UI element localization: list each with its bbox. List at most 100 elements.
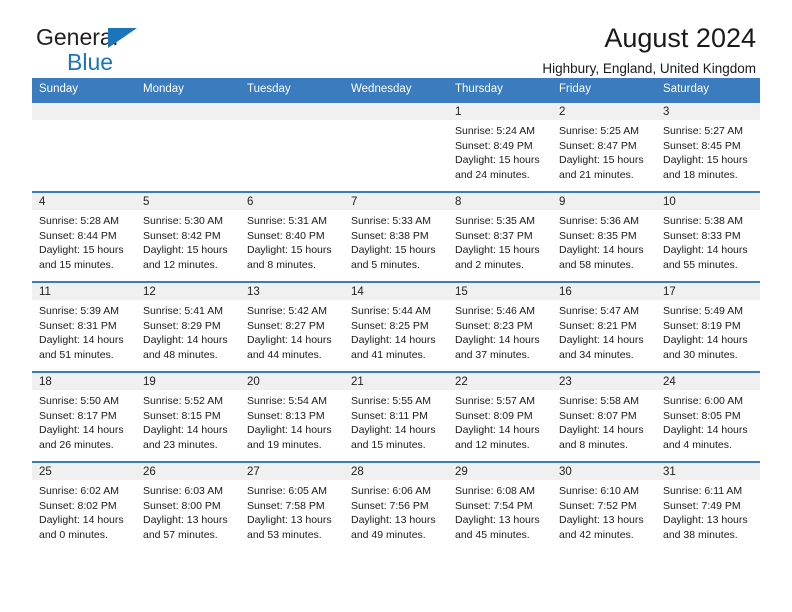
calendar-day-cell[interactable]: 30 Sunrise: 6:10 AM Sunset: 7:52 PM Dayl… [552,461,656,552]
day-number: 15 [448,283,552,300]
daylight-text-line1: Daylight: 15 hours [455,154,540,167]
calendar-day-cell[interactable]: 1 Sunrise: 5:24 AM Sunset: 8:49 PM Dayli… [448,101,552,192]
sunrise-text: Sunrise: 5:41 AM [143,305,223,317]
sunset-text: Sunset: 8:31 PM [39,319,117,332]
sunset-text: Sunset: 7:58 PM [247,499,325,512]
calendar-day-cell[interactable]: 17 Sunrise: 5:49 AM Sunset: 8:19 PM Dayl… [656,281,760,372]
daylight-text-line1: Daylight: 14 hours [351,334,436,347]
sunrise-text: Sunrise: 5:33 AM [351,215,431,227]
daylight-text-line1: Daylight: 14 hours [143,334,228,347]
day-number: 25 [32,463,136,480]
calendar-day-cell[interactable]: 19 Sunrise: 5:52 AM Sunset: 8:15 PM Dayl… [136,371,240,462]
daylight-text-line2: and 5 minutes. [351,258,420,271]
calendar-day-cell[interactable]: 8 Sunrise: 5:35 AM Sunset: 8:37 PM Dayli… [448,191,552,282]
day-details: Sunrise: 5:50 AM Sunset: 8:17 PM Dayligh… [32,390,136,452]
day-details: Sunrise: 6:11 AM Sunset: 7:49 PM Dayligh… [656,480,760,542]
calendar-day-cell[interactable]: 3 Sunrise: 5:27 AM Sunset: 8:45 PM Dayli… [656,101,760,192]
calendar-day-cell[interactable]: 4 Sunrise: 5:28 AM Sunset: 8:44 PM Dayli… [32,191,136,282]
day-details: Sunrise: 5:25 AM Sunset: 8:47 PM Dayligh… [552,120,656,182]
calendar-day-cell[interactable] [32,101,136,192]
day-details: Sunrise: 5:28 AM Sunset: 8:44 PM Dayligh… [32,210,136,272]
calendar-day-cell[interactable]: 20 Sunrise: 5:54 AM Sunset: 8:13 PM Dayl… [240,371,344,462]
day-number: 14 [344,283,448,300]
daylight-text-line1: Daylight: 15 hours [455,244,540,257]
calendar-day-cell[interactable]: 24 Sunrise: 6:00 AM Sunset: 8:05 PM Dayl… [656,371,760,462]
daylight-text-line2: and 41 minutes. [351,348,426,361]
calendar-day-cell[interactable]: 13 Sunrise: 5:42 AM Sunset: 8:27 PM Dayl… [240,281,344,372]
daylight-text-line1: Daylight: 14 hours [663,334,748,347]
calendar-day-cell[interactable]: 31 Sunrise: 6:11 AM Sunset: 7:49 PM Dayl… [656,461,760,552]
sunrise-text: Sunrise: 5:49 AM [663,305,743,317]
calendar-day-cell[interactable]: 28 Sunrise: 6:06 AM Sunset: 7:56 PM Dayl… [344,461,448,552]
daylight-text-line2: and 44 minutes. [247,348,322,361]
daylight-text-line2: and 42 minutes. [559,528,634,541]
sunrise-text: Sunrise: 5:50 AM [39,395,119,407]
sunset-text: Sunset: 8:15 PM [143,409,221,422]
calendar-day-cell[interactable] [344,101,448,192]
day-details: Sunrise: 5:33 AM Sunset: 8:38 PM Dayligh… [344,210,448,272]
daylight-text-line1: Daylight: 15 hours [559,154,644,167]
daylight-text-line1: Daylight: 15 hours [39,244,124,257]
sunrise-text: Sunrise: 6:08 AM [455,485,535,497]
calendar-day-cell[interactable]: 27 Sunrise: 6:05 AM Sunset: 7:58 PM Dayl… [240,461,344,552]
sunrise-text: Sunrise: 5:25 AM [559,125,639,137]
daylight-text-line1: Daylight: 13 hours [351,514,436,527]
daylight-text-line2: and 4 minutes. [663,438,732,451]
day-number: 9 [552,193,656,210]
calendar-weekday-header: Sunday Monday Tuesday Wednesday Thursday… [32,78,760,102]
calendar-day-cell[interactable]: 11 Sunrise: 5:39 AM Sunset: 8:31 PM Dayl… [32,281,136,372]
calendar-day-cell[interactable]: 10 Sunrise: 5:38 AM Sunset: 8:33 PM Dayl… [656,191,760,282]
day-number: 29 [448,463,552,480]
sunrise-text: Sunrise: 5:38 AM [663,215,743,227]
calendar-day-cell[interactable]: 29 Sunrise: 6:08 AM Sunset: 7:54 PM Dayl… [448,461,552,552]
daylight-text-line1: Daylight: 14 hours [247,334,332,347]
calendar-day-cell[interactable]: 5 Sunrise: 5:30 AM Sunset: 8:42 PM Dayli… [136,191,240,282]
calendar-day-cell[interactable]: 16 Sunrise: 5:47 AM Sunset: 8:21 PM Dayl… [552,281,656,372]
calendar-day-cell[interactable]: 7 Sunrise: 5:33 AM Sunset: 8:38 PM Dayli… [344,191,448,282]
calendar-day-cell[interactable]: 21 Sunrise: 5:55 AM Sunset: 8:11 PM Dayl… [344,371,448,462]
day-details: Sunrise: 6:10 AM Sunset: 7:52 PM Dayligh… [552,480,656,542]
daylight-text-line2: and 0 minutes. [39,528,108,541]
sunset-text: Sunset: 8:38 PM [351,229,429,242]
daylight-text-line2: and 57 minutes. [143,528,218,541]
sunrise-text: Sunrise: 6:00 AM [663,395,743,407]
calendar-day-cell[interactable]: 12 Sunrise: 5:41 AM Sunset: 8:29 PM Dayl… [136,281,240,372]
calendar-day-cell[interactable] [240,101,344,192]
day-details: Sunrise: 5:38 AM Sunset: 8:33 PM Dayligh… [656,210,760,272]
sunrise-text: Sunrise: 6:06 AM [351,485,431,497]
calendar-day-cell[interactable]: 18 Sunrise: 5:50 AM Sunset: 8:17 PM Dayl… [32,371,136,462]
day-details: Sunrise: 5:24 AM Sunset: 8:49 PM Dayligh… [448,120,552,182]
calendar-day-cell[interactable]: 2 Sunrise: 5:25 AM Sunset: 8:47 PM Dayli… [552,101,656,192]
sunrise-text: Sunrise: 5:36 AM [559,215,639,227]
day-details: Sunrise: 6:06 AM Sunset: 7:56 PM Dayligh… [344,480,448,542]
general-blue-logo[interactable]: General Blue [36,26,137,74]
daylight-text-line2: and 51 minutes. [39,348,114,361]
sunrise-text: Sunrise: 5:27 AM [663,125,743,137]
day-number: 19 [136,373,240,390]
daylight-text-line2: and 18 minutes. [663,168,738,181]
daylight-text-line1: Daylight: 14 hours [247,424,332,437]
day-number: 17 [656,283,760,300]
calendar-day-cell[interactable]: 6 Sunrise: 5:31 AM Sunset: 8:40 PM Dayli… [240,191,344,282]
day-number: 3 [656,103,760,120]
sunset-text: Sunset: 8:21 PM [559,319,637,332]
daylight-text-line2: and 55 minutes. [663,258,738,271]
day-details: Sunrise: 5:57 AM Sunset: 8:09 PM Dayligh… [448,390,552,452]
calendar-day-cell[interactable]: 26 Sunrise: 6:03 AM Sunset: 8:00 PM Dayl… [136,461,240,552]
calendar-day-cell[interactable]: 23 Sunrise: 5:58 AM Sunset: 8:07 PM Dayl… [552,371,656,462]
daylight-text-line1: Daylight: 14 hours [455,334,540,347]
day-number: 27 [240,463,344,480]
day-details: Sunrise: 6:08 AM Sunset: 7:54 PM Dayligh… [448,480,552,542]
day-number [32,103,136,120]
calendar-day-cell[interactable]: 15 Sunrise: 5:46 AM Sunset: 8:23 PM Dayl… [448,281,552,372]
sunrise-text: Sunrise: 5:58 AM [559,395,639,407]
sunrise-text: Sunrise: 6:03 AM [143,485,223,497]
daylight-text-line1: Daylight: 15 hours [143,244,228,257]
calendar-day-cell[interactable] [136,101,240,192]
calendar-day-cell[interactable]: 9 Sunrise: 5:36 AM Sunset: 8:35 PM Dayli… [552,191,656,282]
daylight-text-line1: Daylight: 14 hours [559,334,644,347]
calendar-day-cell[interactable]: 25 Sunrise: 6:02 AM Sunset: 8:02 PM Dayl… [32,461,136,552]
calendar-day-cell[interactable]: 14 Sunrise: 5:44 AM Sunset: 8:25 PM Dayl… [344,281,448,372]
day-details: Sunrise: 6:03 AM Sunset: 8:00 PM Dayligh… [136,480,240,542]
calendar-day-cell[interactable]: 22 Sunrise: 5:57 AM Sunset: 8:09 PM Dayl… [448,371,552,462]
